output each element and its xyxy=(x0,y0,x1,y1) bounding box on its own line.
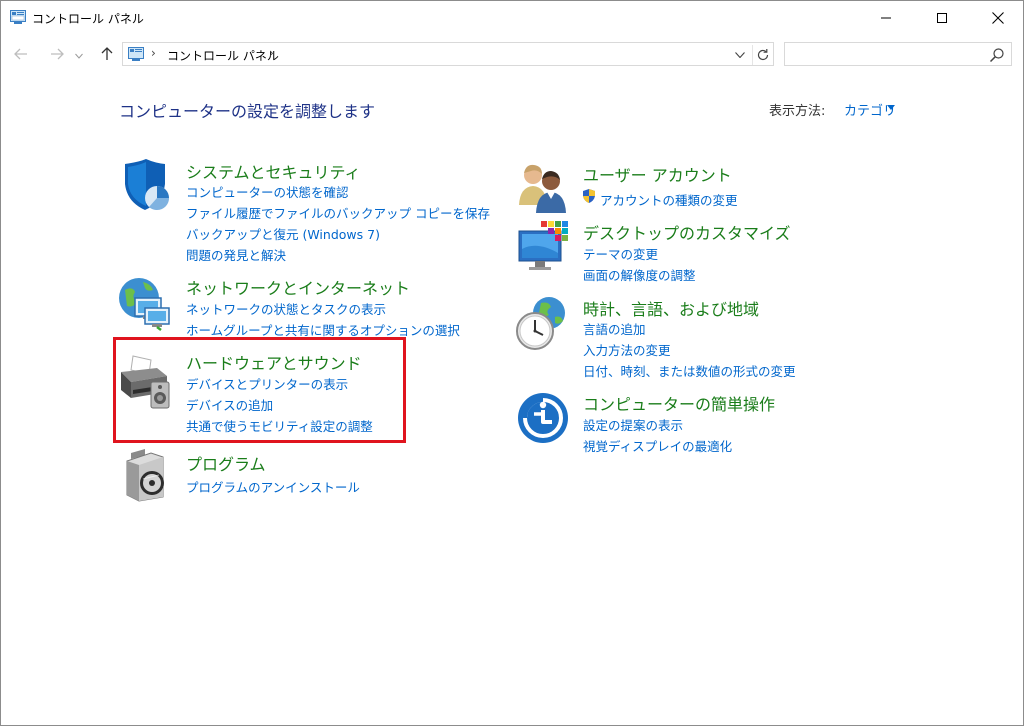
refresh-icon xyxy=(757,49,768,61)
recent-locations-button[interactable] xyxy=(73,46,85,66)
link-backup-restore[interactable]: バックアップと復元 (Windows 7) xyxy=(186,224,380,243)
maximize-button[interactable] xyxy=(919,1,965,34)
arrow-left-icon xyxy=(14,48,27,60)
caret-down-icon[interactable] xyxy=(887,105,895,111)
category-programs[interactable]: プログラム xyxy=(186,451,266,475)
link-network-status[interactable]: ネットワークの状態とタスクの表示 xyxy=(186,299,386,318)
link-file-history[interactable]: ファイル履歴でファイルのバックアップ コピーを保存 xyxy=(186,203,490,222)
shield-icon[interactable] xyxy=(119,158,175,214)
minimize-button[interactable] xyxy=(863,1,909,34)
title-bar[interactable]: コントロール パネル xyxy=(1,1,1023,34)
search-box[interactable] xyxy=(784,42,1012,66)
link-uninstall-program[interactable]: プログラムのアンインストール xyxy=(186,477,360,496)
search-icon[interactable] xyxy=(989,47,1005,63)
link-change-account-type[interactable]: アカウントの種類の変更 xyxy=(600,190,738,209)
chevron-down-icon xyxy=(735,52,745,58)
control-panel-window: コントロール パネル › コントロール パネル › コンピューターの設定を調整し… xyxy=(0,0,1024,726)
navigation-bar: › コントロール パネル › xyxy=(1,34,1023,74)
maximize-icon xyxy=(937,12,947,23)
highlight-box xyxy=(113,337,406,443)
arrow-up-icon xyxy=(101,47,113,60)
category-ease-of-access[interactable]: コンピューターの簡単操作 xyxy=(583,391,775,415)
link-adjust-resolution[interactable]: 画面の解像度の調整 xyxy=(583,265,696,284)
link-change-theme[interactable]: テーマの変更 xyxy=(583,244,658,263)
window-title: コントロール パネル xyxy=(32,12,144,26)
link-change-input-method[interactable]: 入力方法の変更 xyxy=(583,340,671,359)
category-user-accounts[interactable]: ユーザー アカウント xyxy=(583,162,732,186)
address-bar[interactable]: › コントロール パネル › xyxy=(122,42,774,66)
chevron-down-icon xyxy=(75,53,83,59)
up-button[interactable] xyxy=(97,44,117,64)
close-icon xyxy=(992,11,1004,24)
breadcrumb-control-panel[interactable]: コントロール パネル xyxy=(167,47,279,64)
link-check-status[interactable]: コンピューターの状態を確認 xyxy=(186,182,349,201)
clock-globe-icon[interactable] xyxy=(513,295,569,351)
link-add-language[interactable]: 言語の追加 xyxy=(583,319,646,338)
breadcrumb-separator[interactable]: › xyxy=(269,46,274,60)
page-heading: コンピューターの設定を調整します xyxy=(119,102,376,121)
network-globe-icon[interactable] xyxy=(117,276,173,332)
users-icon[interactable] xyxy=(517,161,573,217)
uac-shield-icon xyxy=(583,189,595,203)
breadcrumb-separator[interactable]: › xyxy=(151,46,156,60)
link-settings-suggestions[interactable]: 設定の提案の表示 xyxy=(583,415,683,434)
arrow-right-icon xyxy=(51,48,64,60)
category-network-internet[interactable]: ネットワークとインターネット xyxy=(186,275,410,299)
link-optimize-display[interactable]: 視覚ディスプレイの最適化 xyxy=(583,436,732,455)
category-appearance[interactable]: デスクトップのカスタマイズ xyxy=(583,220,791,244)
category-clock-language-region[interactable]: 時計、言語、および地域 xyxy=(583,296,759,320)
link-troubleshoot[interactable]: 問題の発見と解決 xyxy=(186,245,286,264)
view-by-label: 表示方法: xyxy=(769,104,826,119)
ease-of-access-icon[interactable] xyxy=(516,391,572,447)
category-system-security[interactable]: システムとセキュリティ xyxy=(186,159,361,183)
minimize-icon xyxy=(881,17,891,18)
forward-button[interactable] xyxy=(47,44,67,64)
refresh-button[interactable] xyxy=(752,45,772,65)
close-button[interactable] xyxy=(975,1,1021,34)
program-disc-icon[interactable] xyxy=(121,447,177,503)
monitor-palette-icon[interactable] xyxy=(517,219,573,275)
control-panel-icon xyxy=(128,47,144,61)
address-dropdown-button[interactable] xyxy=(732,47,748,63)
search-input[interactable] xyxy=(791,47,981,61)
control-panel-icon xyxy=(10,10,26,24)
link-change-date-format[interactable]: 日付、時刻、または数値の形式の変更 xyxy=(583,361,796,380)
back-button[interactable] xyxy=(11,44,31,64)
